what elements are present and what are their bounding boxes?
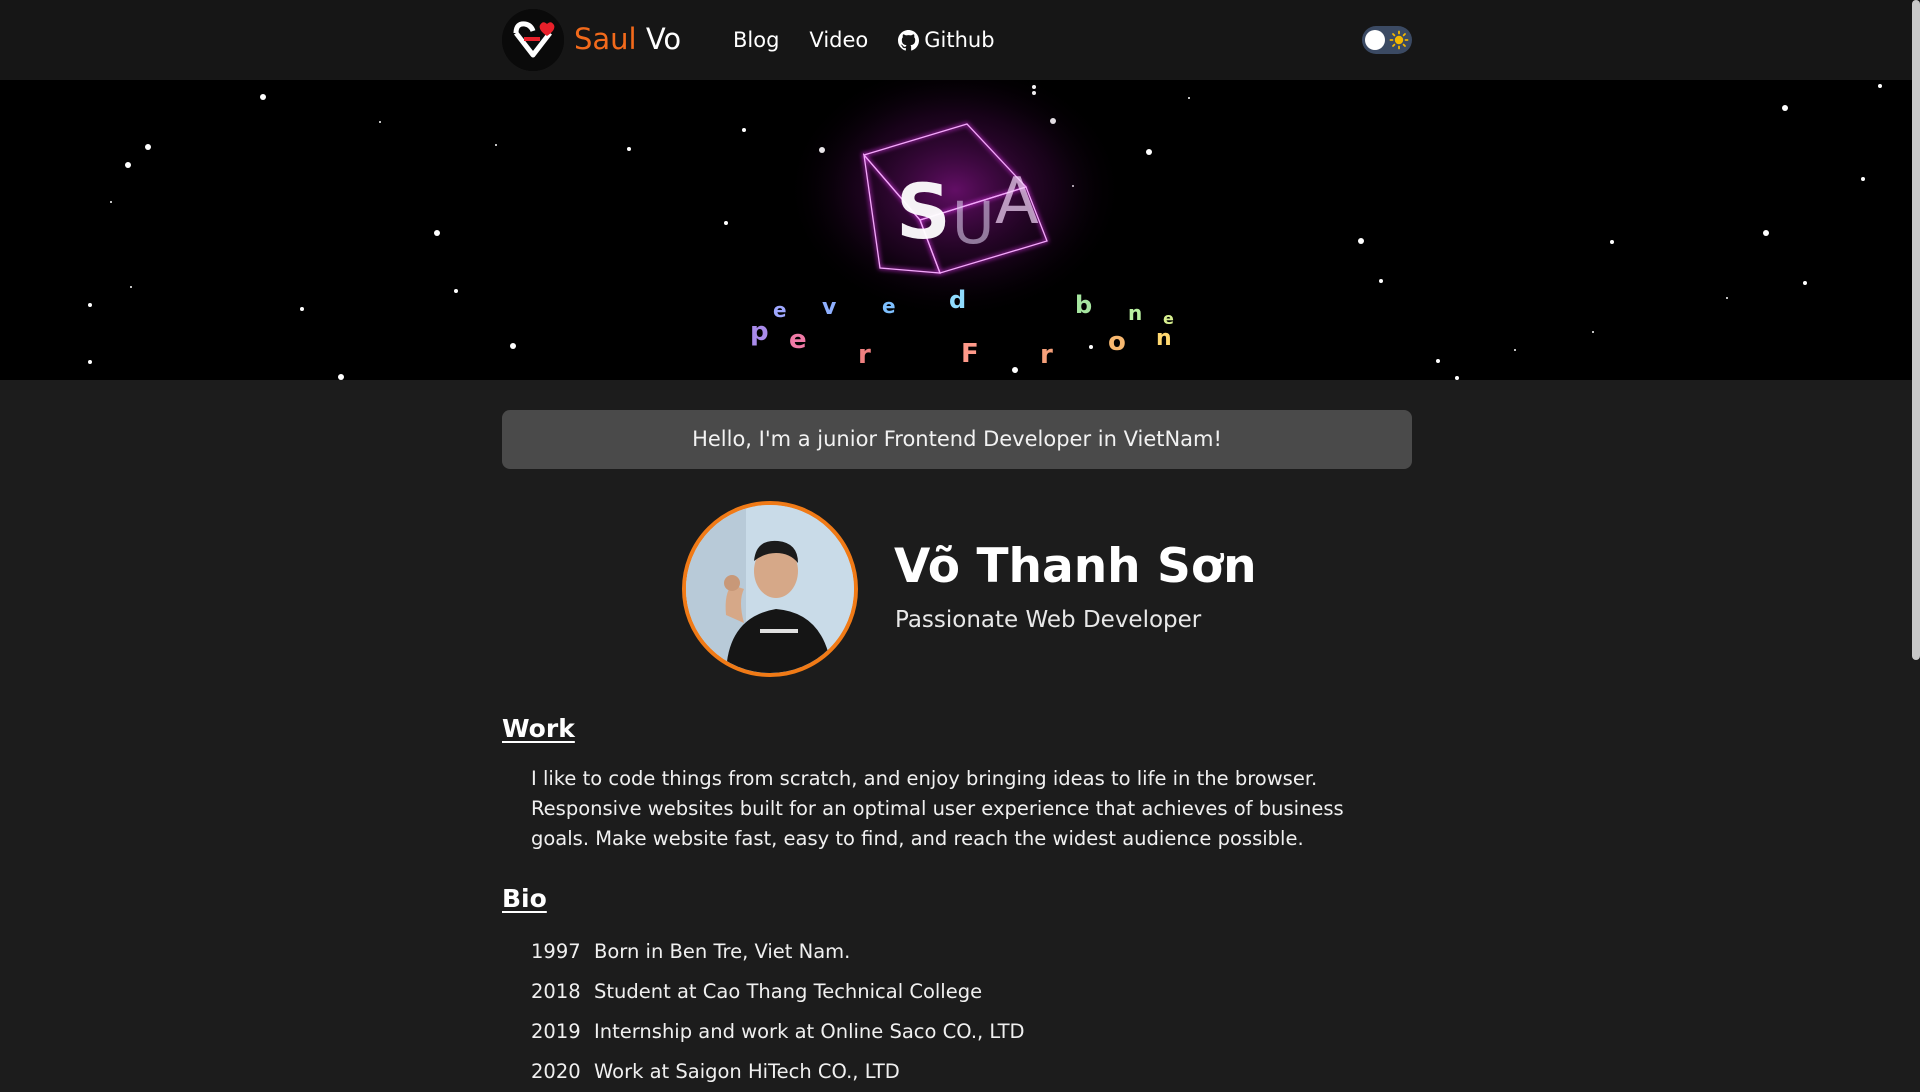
bio-list: 1997 Born in Ben Tre, Viet Nam. 2018 Stu… xyxy=(531,932,1391,1092)
nav-link-github[interactable]: Github xyxy=(898,24,995,56)
cube-letter-a: A xyxy=(995,165,1039,239)
svg-text:e: e xyxy=(773,298,787,322)
top-navigation-bar: Saul Vo Blog Video Github xyxy=(0,0,1920,80)
work-heading: Work xyxy=(502,714,575,743)
navigation-container: Saul Vo Blog Video Github xyxy=(502,0,1412,80)
ring-letters: p e e v r e d F r b o n n e xyxy=(750,286,1174,370)
svg-text:n: n xyxy=(1128,301,1142,325)
svg-text:b: b xyxy=(1075,291,1092,319)
bio-text: Internship and work at Online Saco CO., … xyxy=(594,1020,1025,1043)
bio-item: 1997 Born in Ben Tre, Viet Nam. xyxy=(531,932,1391,972)
cube-letter-s: S xyxy=(896,167,951,256)
bio-heading: Bio xyxy=(502,884,547,913)
page-scrollbar[interactable] xyxy=(1912,0,1920,660)
svg-text:o: o xyxy=(1108,327,1126,357)
toggle-knob xyxy=(1365,30,1385,50)
theme-toggle-switch[interactable] xyxy=(1362,26,1412,54)
bio-text: Work at Saigon HiTech CO., LTD xyxy=(594,1060,900,1083)
brand-last-name: Vo xyxy=(636,22,682,56)
brand-first-name: Saul xyxy=(574,22,637,56)
svg-text:e: e xyxy=(1163,309,1174,328)
nav-link-video[interactable]: Video xyxy=(809,24,868,56)
bio-year: 2020 xyxy=(531,1060,581,1083)
svg-text:r: r xyxy=(1040,340,1053,370)
nav-link-blog[interactable]: Blog xyxy=(733,24,779,56)
starfield-scene: S U A p e e v r e d F r b o n n e xyxy=(88,80,1882,380)
bio-year: 2018 xyxy=(531,980,581,1003)
svg-text:d: d xyxy=(949,286,966,314)
bio-year: 1997 xyxy=(531,940,581,963)
github-icon xyxy=(898,29,920,51)
svg-text:n: n xyxy=(1156,326,1172,351)
profile-title: Passionate Web Developer xyxy=(895,607,1202,633)
greeting-banner: Hello, I'm a junior Frontend Developer i… xyxy=(502,410,1412,469)
svg-text:v: v xyxy=(822,295,837,320)
bio-item: 2019 Internship and work at Online Saco … xyxy=(531,1012,1391,1052)
svg-text:e: e xyxy=(882,294,896,318)
sun-icon xyxy=(1389,30,1409,50)
svg-text:r: r xyxy=(858,340,871,370)
main-nav: Blog Video Github xyxy=(733,24,1025,56)
svg-text:p: p xyxy=(750,317,769,347)
svg-text:F: F xyxy=(961,339,979,369)
main-content: Hello, I'm a junior Frontend Developer i… xyxy=(502,410,1412,1083)
bio-text: Student at Cao Thang Technical College xyxy=(594,980,983,1003)
nav-link-github-label: Github xyxy=(924,28,995,52)
avatar xyxy=(682,501,858,677)
profile-name: Võ Thanh Sơn xyxy=(894,539,1257,594)
bio-text: Born in Ben Tre, Viet Nam. xyxy=(594,940,851,963)
logo-heart-icon[interactable] xyxy=(502,9,564,71)
bio-year: 2019 xyxy=(531,1020,581,1043)
svg-text:e: e xyxy=(789,325,807,355)
bio-item: 2020 Work at Saigon HiTech CO., LTD xyxy=(531,1052,1391,1092)
cube-letter-u: U xyxy=(952,189,994,257)
work-description: I like to code things from scratch, and … xyxy=(531,767,1344,850)
bio-item: 2018 Student at Cao Thang Technical Coll… xyxy=(531,972,1391,1012)
brand-name[interactable]: Saul Vo xyxy=(574,18,681,60)
hero-3d-banner[interactable]: S U A p e e v r e d F r b o n n e xyxy=(0,80,1920,380)
